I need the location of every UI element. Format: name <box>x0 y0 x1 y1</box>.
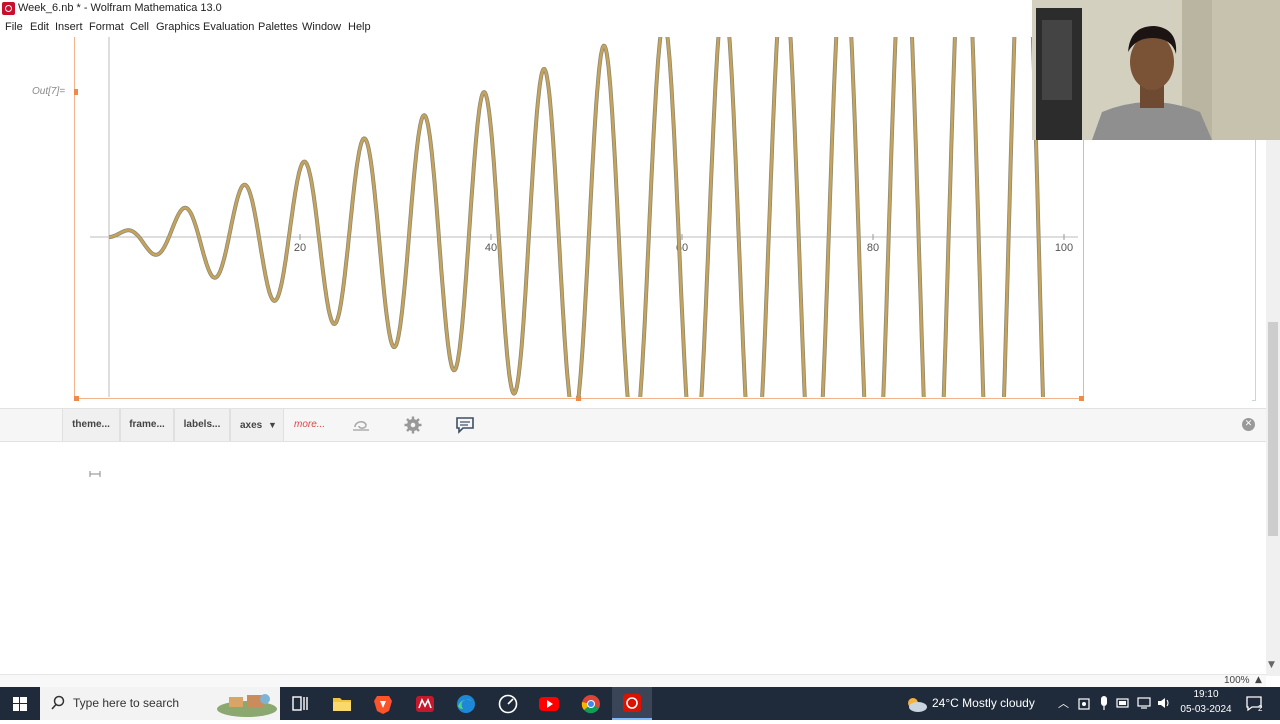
search-highlight-image <box>217 694 277 717</box>
cursor-icon <box>89 471 101 477</box>
undo-icon[interactable] <box>351 415 371 435</box>
x-tick-label: 40 <box>485 242 497 254</box>
more-link[interactable]: more... <box>294 409 325 441</box>
x-tick-label: 20 <box>294 242 306 254</box>
chat-icon[interactable] <box>455 415 475 435</box>
device-icon[interactable] <box>1078 697 1090 711</box>
frame-button[interactable]: frame... <box>120 409 174 441</box>
file-explorer-icon[interactable] <box>322 687 362 720</box>
clock-date[interactable]: 05-03-2024 <box>1176 704 1236 715</box>
clock-time[interactable]: 19:10 <box>1184 689 1228 700</box>
svg-text:2: 2 <box>1258 704 1263 713</box>
edge-browser-icon[interactable] <box>446 687 486 720</box>
zoom-level[interactable]: 100% <box>1224 675 1250 686</box>
speedometer-app-icon[interactable] <box>488 687 528 720</box>
x-tick-label: 100 <box>1055 242 1073 254</box>
search-icon <box>51 695 65 710</box>
brave-browser-icon[interactable] <box>363 687 403 720</box>
theme-button[interactable]: theme... <box>62 409 120 441</box>
x-tick-label: 80 <box>867 242 879 254</box>
chrome-browser-icon[interactable] <box>571 687 611 720</box>
mathematica-taskbar-button[interactable] <box>612 687 652 720</box>
suggestions-bar: theme... frame... labels... axes ▼ more.… <box>0 408 1266 442</box>
chevron-down-icon: ▼ <box>268 420 277 430</box>
axes-label: axes <box>240 420 263 431</box>
mathematica-taskbar-icon <box>623 694 641 712</box>
webcam-overlay <box>1032 0 1280 140</box>
microphone-icon[interactable] <box>1098 695 1110 711</box>
gear-icon[interactable] <box>403 415 423 435</box>
webcam-image <box>1032 0 1280 140</box>
volume-icon[interactable] <box>1156 696 1172 710</box>
weather-text[interactable]: 24°C Mostly cloudy <box>932 696 1035 710</box>
youtube-icon[interactable] <box>529 687 569 720</box>
notifications-icon[interactable]: 2 <box>1245 695 1267 713</box>
weather-cloudy-icon[interactable] <box>904 693 928 715</box>
network-icon[interactable] <box>1136 696 1152 710</box>
task-view-icon[interactable] <box>280 687 320 720</box>
windows-logo-icon <box>13 697 27 711</box>
chevron-up-icon[interactable]: ︿ <box>1058 695 1069 711</box>
scroll-down-icon[interactable]: ▼ <box>1268 660 1275 670</box>
battery-icon[interactable] <box>1116 697 1130 709</box>
taskbar-search-box[interactable]: Type here to search <box>40 687 280 720</box>
app-red-grid-icon[interactable] <box>405 687 445 720</box>
axes-dropdown[interactable]: axes ▼ <box>230 409 284 441</box>
search-placeholder: Type here to search <box>73 696 180 710</box>
vertical-scrollbar[interactable] <box>1266 140 1280 676</box>
close-icon[interactable]: ✕ <box>1242 418 1255 431</box>
zoom-up-icon[interactable]: ▲ <box>1255 675 1262 685</box>
labels-button[interactable]: labels... <box>174 409 230 441</box>
taskbar: Type here to search 24°C Mostly cloudy ︿… <box>0 687 1280 720</box>
cell-bracket[interactable] <box>1252 140 1256 401</box>
scrollbar-thumb[interactable] <box>1268 322 1278 536</box>
windows-start-button[interactable] <box>0 687 40 720</box>
